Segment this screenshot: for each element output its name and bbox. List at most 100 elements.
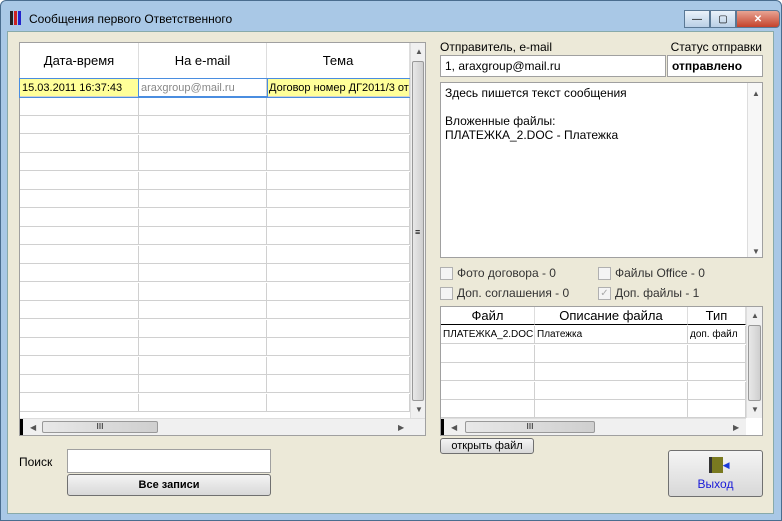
table-cell [139,171,267,189]
table-cell [139,97,267,115]
checkbox-icon [440,266,453,280]
search-input[interactable] [67,449,271,473]
file-cell [441,400,535,417]
table-row[interactable] [20,153,410,171]
table-cell [267,375,410,392]
table-cell [20,282,139,300]
file-cell [535,363,688,380]
file-cell [688,400,746,417]
files-vertical-scrollbar[interactable]: ▲ ▼ [746,307,762,418]
table-row[interactable] [20,301,410,319]
table-row[interactable] [20,245,410,264]
vertical-scrollbar[interactable]: ▲ ≡ ▼ [410,43,425,418]
table-cell [139,319,267,337]
file-row[interactable] [441,381,746,400]
file-row[interactable]: ПЛАТЕЖКА_2.DOC Платежка доп. файл [441,326,746,344]
table-row[interactable] [20,171,410,190]
checkmark-icon: ✓ [598,286,611,300]
table-cell [267,282,410,300]
table-row[interactable]: 15.03.2011 16:37:43 araxgroup@mail.ru Дого… [19,78,411,98]
col-header-email[interactable]: На e-mail [139,43,267,79]
checkbox-office-files[interactable]: Файлы Office - 0 [598,266,705,280]
file-cell [441,344,535,362]
table-row[interactable] [20,282,410,301]
col-header-datetime[interactable]: Дата-время [20,43,139,79]
table-cell [139,282,267,300]
table-cell [267,393,410,411]
file-row[interactable] [441,344,746,363]
table-cell [267,134,410,152]
table-row[interactable] [20,264,410,282]
file-cell [535,344,688,362]
search-label: Поиск [19,455,53,469]
col-header-type[interactable]: Тип [688,307,746,325]
checkbox-icon [598,266,611,280]
body-line: Вложенные файлы: [445,114,556,128]
checkbox-photo-contract[interactable]: Фото договора - 0 [440,266,556,280]
table-cell [267,301,410,318]
table-cell [139,227,267,244]
file-cell: доп. файл [688,326,746,343]
status-label: Статус отправки [670,40,762,54]
table-cell [139,393,267,411]
table-row[interactable] [20,375,410,393]
table-row[interactable] [20,208,410,227]
table-cell [20,375,139,392]
checkbox-icon [440,286,453,300]
file-cell [441,363,535,380]
sender-label: Отправитель, e-mail [440,40,552,54]
table-row[interactable] [20,134,410,153]
message-body[interactable]: Здесь пишется текст сообщения Вложенные ф… [440,82,763,258]
table-cell [20,134,139,152]
table-cell [20,190,139,207]
minimize-button[interactable]: — [684,10,710,28]
body-line [445,100,758,114]
status-field[interactable]: отправлено [667,55,763,77]
table-cell [267,264,410,281]
table-cell [139,208,267,226]
table-cell [267,208,410,226]
table-cell [267,319,410,337]
checkbox-extra-files[interactable]: ✓ Доп. файлы - 1 [598,286,699,300]
all-records-button[interactable]: Все записи [67,474,271,496]
exit-door-icon: ◀ [708,456,730,473]
table-cell [139,338,267,355]
close-button[interactable]: ✕ [736,10,780,28]
table-cell [20,245,139,263]
maximize-button[interactable]: ▢ [710,10,736,28]
table-cell [20,153,139,170]
col-header-subject[interactable]: Тема [267,43,410,79]
horizontal-scrollbar[interactable]: ◀ III ▶ [20,418,425,435]
table-row[interactable] [20,393,410,412]
exit-button[interactable]: ◀ Выход [668,450,763,497]
file-cell [441,381,535,399]
table-cell [20,393,139,411]
table-row[interactable] [20,227,410,245]
files-horizontal-scrollbar[interactable]: ◀ III ▶ [441,418,746,435]
file-cell [688,344,746,362]
table-row[interactable] [20,190,410,208]
table-cell [267,153,410,170]
open-file-button[interactable]: открыть файл [440,438,534,454]
checkbox-agreements[interactable]: Доп. соглашения - 0 [440,286,569,300]
table-cell [267,171,410,189]
table-cell [139,301,267,318]
sender-field[interactable]: 1, araxgroup@mail.ru [440,55,666,77]
table-row[interactable] [20,97,410,116]
table-cell [20,356,139,374]
table-row[interactable] [20,338,410,356]
file-cell [535,381,688,399]
table-cell [267,356,410,374]
file-row[interactable] [441,400,746,418]
table-row[interactable] [20,319,410,338]
col-header-file[interactable]: Файл [441,307,535,325]
body-line: ПЛАТЕЖКА_2.DOC - Платежка [445,128,619,142]
table-row[interactable] [20,116,410,134]
body-line: Здесь пишется текст сообщения [445,86,627,100]
table-cell [20,338,139,355]
table-row[interactable] [20,356,410,375]
table-cell [139,264,267,281]
col-header-description[interactable]: Описание файла [535,307,688,325]
file-row[interactable] [441,363,746,381]
file-cell [535,400,688,417]
